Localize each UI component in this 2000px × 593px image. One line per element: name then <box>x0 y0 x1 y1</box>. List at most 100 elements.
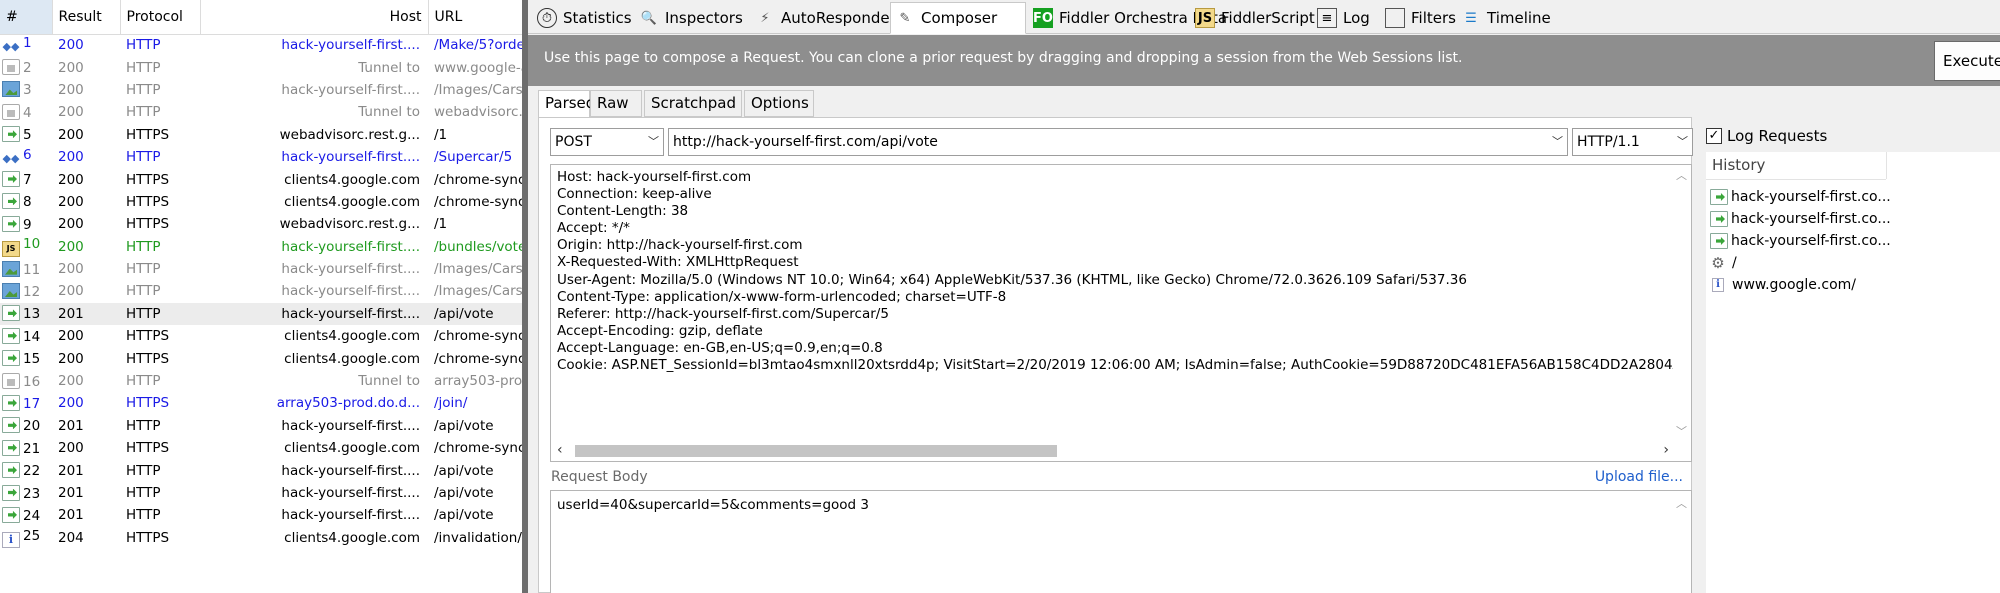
sessions-header-row: # Result Protocol Host URL <box>0 0 522 35</box>
session-number: 22 <box>23 463 41 480</box>
session-row[interactable]: 9 200 HTTPS webadvisorc.rest.g... /1 <box>0 213 522 235</box>
session-row[interactable]: 14 200 HTTPS clients4.google.com/chrome-syn… <box>0 325 522 347</box>
session-url: /Images/Cars/5/2.jpg <box>434 261 522 278</box>
history-item[interactable]: hack-yourself-first.co... <box>1710 208 1891 230</box>
tab-fiddlerscript[interactable]: JS FiddlerScript <box>1190 2 1320 34</box>
session-protocol: HTTP <box>126 462 161 479</box>
tab-label: Log <box>1343 9 1370 27</box>
magnifier-icon: 🔍 <box>640 10 658 26</box>
session-host: array503-prod.do.d... <box>276 395 420 412</box>
session-url: /chrome-sync/command/? <box>434 350 522 367</box>
column-header-number[interactable]: # <box>0 0 53 35</box>
url-field[interactable]: http://hack-yourself-first.com/api/vote … <box>668 128 1568 156</box>
scroll-right-icon[interactable]: › <box>1663 442 1669 458</box>
session-row[interactable]: 21 200 HTTPS clients4.google.com/chrome-syn… <box>0 437 522 459</box>
session-row[interactable]: 22 201 HTTP hack-yourself-first.... /api/vot… <box>0 459 522 481</box>
headers-vertical-scrollbar[interactable]: ︿ ﹀ <box>1673 165 1691 441</box>
session-row[interactable]: 12 200 HTTP hack-yourself-first.... /Images/… <box>0 280 522 302</box>
session-row[interactable]: 15 200 HTTPS clients4.google.com/chrome-syn… <box>0 347 522 369</box>
session-row[interactable]: 4 200 HTTP Tunnel to webadvisorc.rest.gti.mc… <box>0 101 522 123</box>
session-number-cell: ◆◆ 6 <box>0 146 52 168</box>
document-icon <box>2 327 20 344</box>
session-row[interactable]: 13 201 HTTP hack-yourself-first..../api/vot… <box>0 302 522 326</box>
session-row[interactable]: 7 200 HTTPS clients4.google.com/chrome-sync… <box>0 168 522 190</box>
session-result: 200 <box>58 104 84 121</box>
document-icon <box>2 350 20 367</box>
web-sessions-list[interactable]: # Result Protocol Host URL ◆◆ 1 200 HTTP hac… <box>0 0 522 593</box>
scroll-down-icon[interactable]: ﹀ <box>1676 423 1687 439</box>
info-icon: i <box>2 531 20 548</box>
session-row[interactable]: 24 201 HTTP hack-yourself-first.... /api/vot… <box>0 504 522 526</box>
session-number-cell: 20 <box>0 415 52 437</box>
session-row[interactable]: 3 200 HTTP hack-yourself-first.... /Images/C… <box>0 79 522 101</box>
session-row[interactable]: ◆◆ 6 200 HTTP hack-yourself-first.... /Superc… <box>0 146 522 168</box>
column-header-result[interactable]: Result <box>52 0 121 35</box>
http-version-select[interactable]: HTTP/1.1 ﹀ <box>1572 128 1693 156</box>
session-row[interactable]: JS 10 200 HTTP hack-yourself-first.... /bundl… <box>0 236 522 258</box>
column-header-protocol[interactable]: Protocol <box>120 0 201 35</box>
session-url: /chrome-sync/command/? <box>434 328 522 345</box>
image-icon <box>2 282 20 299</box>
tab-statistics[interactable]: ⏱ Statistics <box>532 2 637 34</box>
tab-composer[interactable]: ✎ Composer <box>890 2 1026 34</box>
session-row[interactable]: 5 200 HTTPS webadvisorc.rest.g... /1 <box>0 124 522 146</box>
request-headers-editor[interactable]: Host: hack-yourself-first.com Connection… <box>550 164 1692 462</box>
subtab-scratchpad[interactable]: Scratchpad <box>644 90 742 117</box>
scroll-up-icon[interactable]: ︿ <box>1676 167 1687 183</box>
document-icon <box>2 462 20 479</box>
method-select[interactable]: POST ﹀ <box>550 128 664 156</box>
document-icon <box>1710 211 1728 227</box>
execute-button[interactable]: Execute <box>1934 41 2000 81</box>
session-row[interactable]: ◆◆ 1 200 HTTP hack-yourself-first.... /Make/5… <box>0 34 522 56</box>
history-item[interactable]: ⚙ / <box>1710 252 1736 274</box>
session-row[interactable]: i 25 204 HTTPS clients4.google.com/invalidat… <box>0 527 522 549</box>
session-row[interactable]: 16 200 HTTP Tunnel to array503-prod.do.dsp.m… <box>0 370 522 392</box>
session-host: hack-yourself-first.... <box>281 81 420 98</box>
request-body-editor[interactable]: userId=40&supercarId=5&comments=good 3 ︿ <box>550 490 1692 593</box>
session-result: 204 <box>58 529 84 546</box>
session-host: clients4.google.com <box>284 171 420 188</box>
session-row[interactable]: 2 200 HTTP Tunnel to www.google-analytics.co <box>0 56 522 78</box>
session-number: 24 <box>23 507 41 524</box>
session-row[interactable]: 11 200 HTTP hack-yourself-first.... /Images/… <box>0 258 522 280</box>
session-url: /chrome-sync/command/? <box>434 440 522 457</box>
subtab-parsed[interactable]: Parsed <box>538 90 595 118</box>
document-icon <box>2 484 20 501</box>
tab-autoresponder[interactable]: ⚡ AutoResponder <box>750 2 901 34</box>
session-number: 12 <box>23 283 41 300</box>
session-row[interactable]: 20 201 HTTP hack-yourself-first.... /api/vot… <box>0 415 522 437</box>
log-requests-label[interactable]: Log Requests <box>1727 127 1827 145</box>
log-requests-checkbox[interactable]: ✓ <box>1706 128 1722 144</box>
scroll-left-icon[interactable]: ‹ <box>557 442 563 458</box>
subtab-raw[interactable]: Raw <box>590 90 642 117</box>
history-item[interactable]: hack-yourself-first.co... <box>1710 186 1891 208</box>
history-item[interactable]: i www.google.com/ <box>1710 274 1856 296</box>
session-protocol: HTTPS <box>126 529 170 546</box>
scroll-up-icon[interactable]: ︿ <box>1676 495 1687 511</box>
session-row[interactable]: 23 201 HTTP hack-yourself-first.... /api/vot… <box>0 482 522 504</box>
session-host: hack-yourself-first.... <box>281 283 420 300</box>
tab-filters[interactable]: Filters <box>1380 2 1461 34</box>
document-icon <box>2 506 20 523</box>
history-item[interactable]: hack-yourself-first.co... <box>1710 230 1891 252</box>
history-header[interactable]: History <box>1712 156 1765 174</box>
subtab-options[interactable]: Options <box>744 90 814 117</box>
lightning-icon: ⚡ <box>760 10 770 26</box>
body-vertical-scrollbar[interactable]: ︿ <box>1673 491 1691 593</box>
tab-timeline[interactable]: ☰ Timeline <box>1456 2 1556 34</box>
column-header-host[interactable]: Host <box>200 0 429 35</box>
session-row[interactable]: 17 200 HTTPS array503-prod.do.d... /join/ <box>0 392 522 414</box>
session-protocol: HTTP <box>126 81 161 98</box>
session-number-cell: 7 <box>0 168 52 190</box>
upload-file-link[interactable]: Upload file... <box>1595 469 1683 485</box>
tab-inspectors[interactable]: 🔍 Inspectors <box>634 2 748 34</box>
scrollbar-thumb[interactable] <box>575 445 1057 457</box>
tab-log[interactable]: ≡ Log <box>1312 2 1375 34</box>
session-row[interactable]: 8 200 HTTPS clients4.google.com/chrome-sync… <box>0 191 522 213</box>
column-header-url[interactable]: URL <box>428 0 522 35</box>
history-column-separator[interactable] <box>1886 152 1887 179</box>
history-list[interactable]: History hack-yourself-first.co... hack-y… <box>1706 152 2000 593</box>
headers-horizontal-scrollbar[interactable]: ‹ › <box>551 441 1675 461</box>
session-url: /Supercar/5 <box>434 149 513 166</box>
session-protocol: HTTP <box>126 149 161 166</box>
